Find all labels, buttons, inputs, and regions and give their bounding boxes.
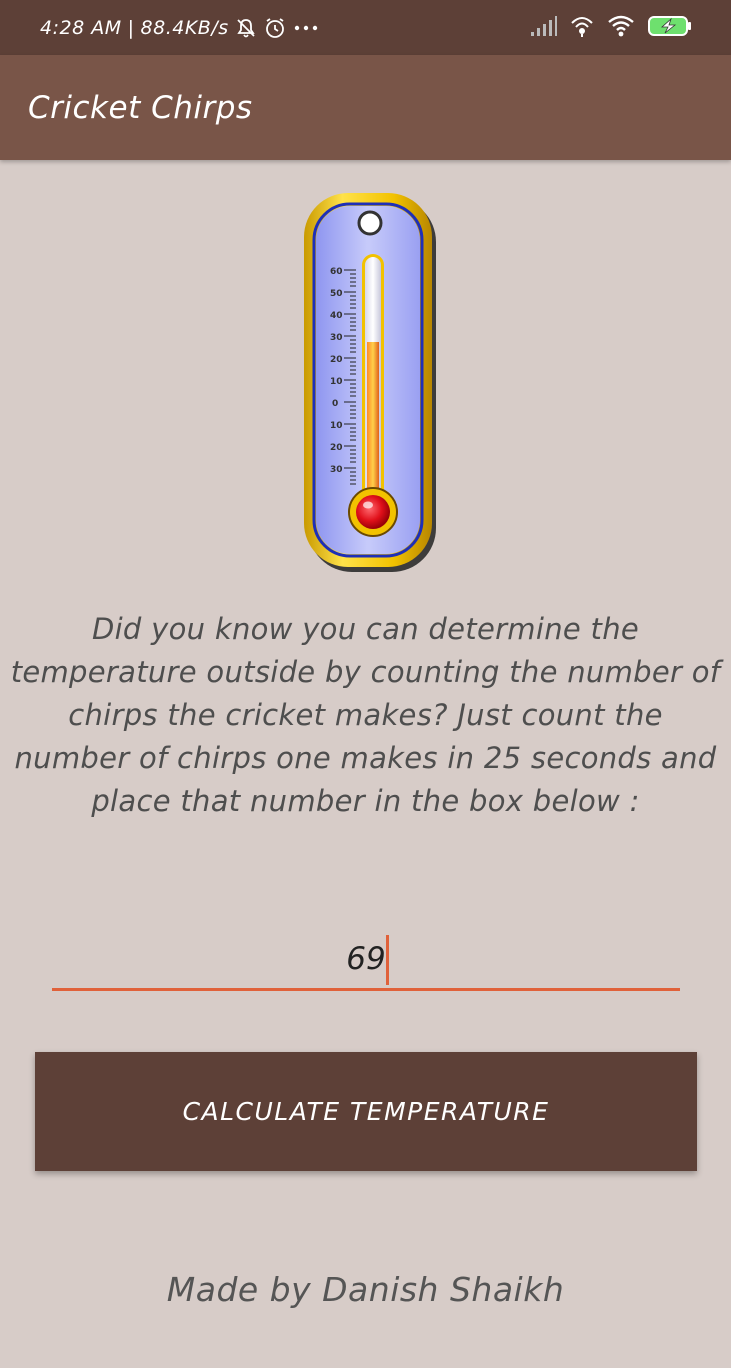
status-separator: |	[127, 16, 135, 39]
text-cursor	[386, 935, 389, 985]
description-text: Did you know you can determine the tempe…	[10, 612, 721, 818]
wifi-icon	[607, 15, 635, 41]
battery-charging-icon	[647, 14, 693, 42]
more-icon	[293, 23, 319, 33]
calculate-temperature-button[interactable]: CALCULATE TEMPERATURE	[35, 1052, 697, 1171]
scale-label: 30	[330, 465, 343, 475]
status-time: 4:28 AM	[40, 16, 122, 39]
status-right	[529, 0, 693, 55]
scale-label: 0	[332, 399, 338, 409]
scale-label: 20	[330, 355, 343, 365]
alarm-icon	[263, 16, 287, 40]
status-speed: 88.4KB/s	[140, 16, 229, 39]
app-bar: Cricket Chirps	[0, 55, 731, 160]
status-bar: 4:28 AM | 88.4KB/s	[0, 0, 731, 55]
scale-label: 60	[330, 267, 343, 277]
scale-label: 30	[330, 333, 343, 343]
scale-label: 40	[330, 311, 343, 321]
thermometer-image: 60 50 40 30 20 10 0 10 20 30	[298, 190, 440, 575]
scale-label: 10	[330, 421, 343, 431]
chirp-count-input[interactable]	[52, 930, 680, 991]
scale-label: 10	[330, 377, 343, 387]
status-left: 4:28 AM | 88.4KB/s	[40, 0, 319, 55]
signal-icon	[529, 15, 557, 41]
chirp-input-wrapper	[52, 930, 680, 991]
mute-icon	[235, 17, 257, 39]
scale-label: 50	[330, 289, 343, 299]
footer-credit: Made by Danish Shaikh	[166, 1270, 565, 1309]
app-title: Cricket Chirps	[28, 89, 253, 126]
hotspot-icon	[569, 14, 595, 42]
scale-label: 20	[330, 443, 343, 453]
